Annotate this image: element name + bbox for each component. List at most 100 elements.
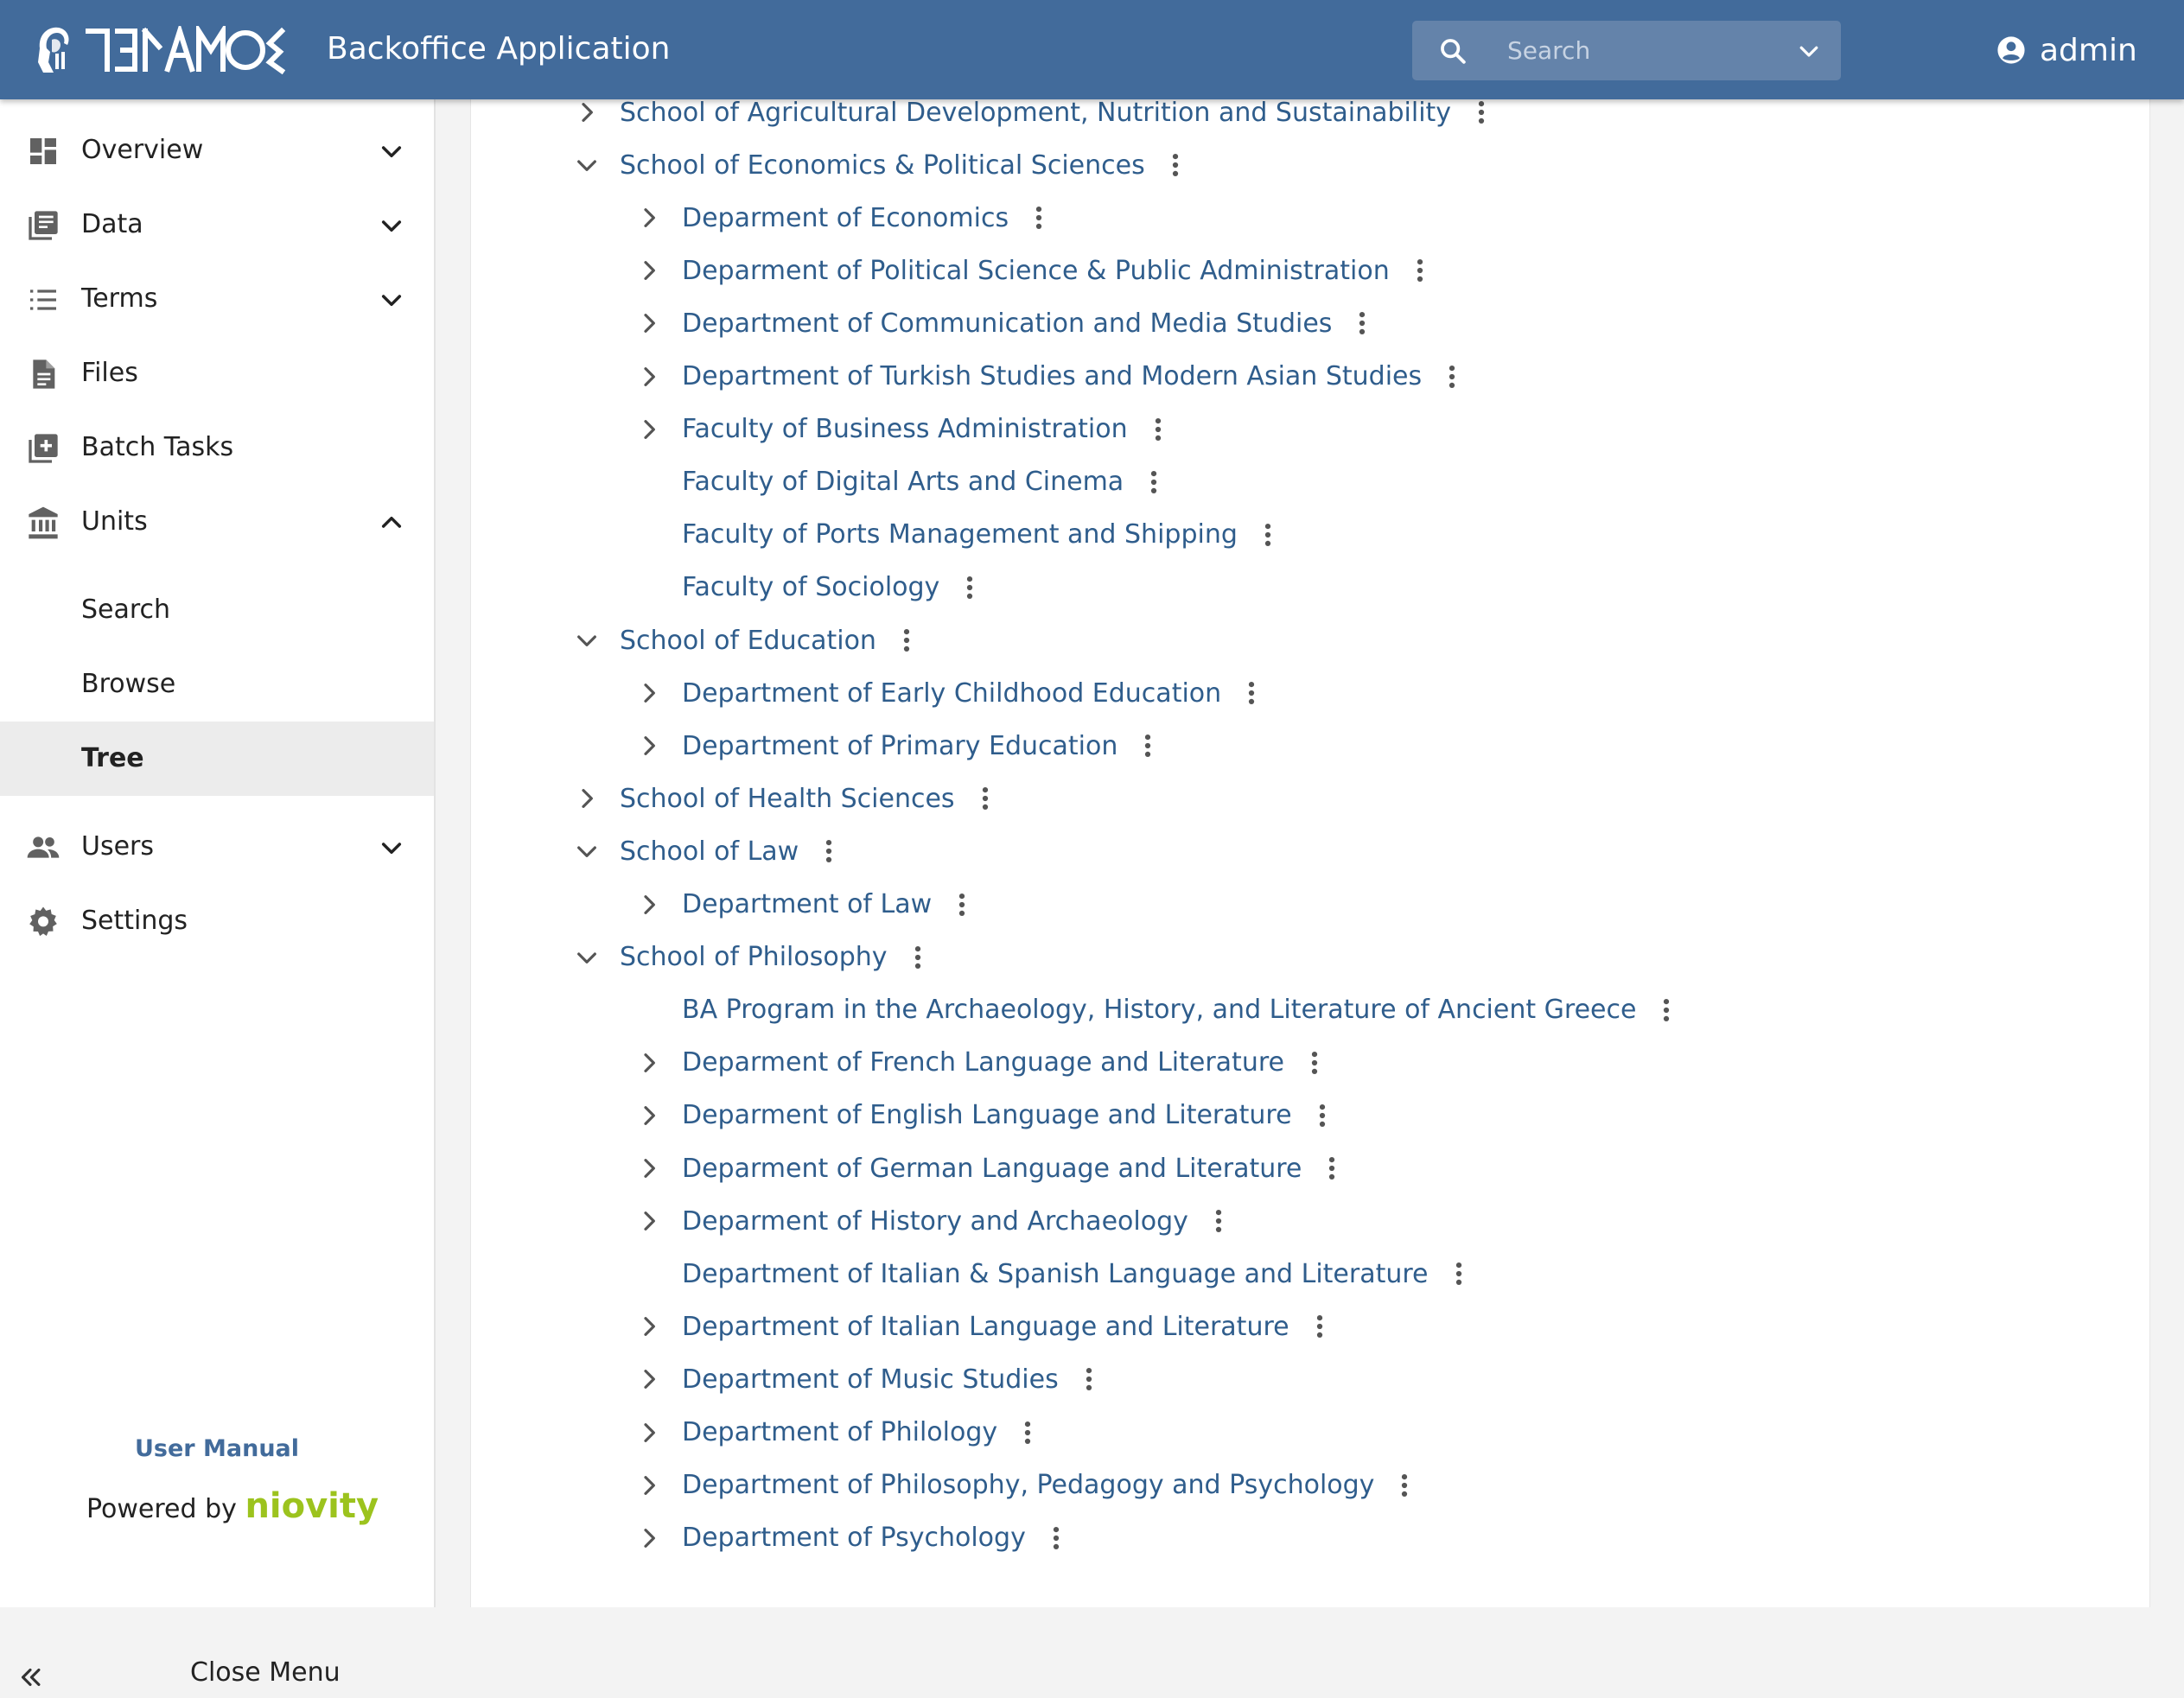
more-vert-icon[interactable] [1414,256,1426,285]
more-vert-icon[interactable] [1213,1206,1225,1236]
more-vert-icon[interactable] [901,626,913,655]
close-menu-button[interactable]: Close Menu [0,1655,434,1698]
sidebar-subitem-search[interactable]: Search [0,573,434,647]
tree-node[interactable]: Deparment of Political Science & Public … [635,246,1426,295]
tree-node[interactable]: School of Law [573,827,835,875]
chevron-right-icon[interactable] [573,99,601,126]
sidebar-item-users[interactable]: Users [0,810,434,884]
tree-node-label[interactable]: BA Program in the Archaeology, History, … [682,995,1636,1025]
chevron-right-icon[interactable] [635,1472,663,1499]
tree-node-label[interactable]: School of Education [620,626,876,656]
tree-node[interactable]: Deparment of History and Archaeology [635,1197,1225,1245]
more-vert-icon[interactable] [1314,1312,1326,1341]
tree-node[interactable]: Department of Music Studies [635,1355,1095,1403]
tree-node-label[interactable]: Department of Primary Education [682,731,1117,761]
tree-node-label[interactable]: Department of Psychology [682,1523,1026,1553]
more-vert-icon[interactable] [1033,203,1045,232]
search-icon[interactable] [1438,36,1468,66]
tree-node-label[interactable]: Deparment of German Language and Literat… [682,1154,1302,1184]
tree-node[interactable]: Department of Early Childhood Education [635,669,1258,717]
chevron-right-icon[interactable] [635,732,663,760]
tree-node[interactable]: School of Philosophy [573,933,924,982]
chevron-down-icon[interactable] [1796,38,1822,64]
chevron-right-icon[interactable] [573,785,601,812]
user-manual-link[interactable]: User Manual [0,1435,434,1462]
chevron-right-icon[interactable] [635,1313,663,1340]
more-vert-icon[interactable] [1152,415,1164,444]
tree-node[interactable]: Deparment of Economics [635,194,1045,242]
tree-node-label[interactable]: Department of Law [682,889,932,919]
tree-node-label[interactable]: Department of Italian & Spanish Language… [682,1259,1429,1289]
chevron-down-icon[interactable] [573,151,601,179]
tree-node-label[interactable]: Faculty of Sociology [682,572,939,602]
tree-node-label[interactable]: Faculty of Ports Management and Shipping [682,519,1238,550]
tree-node[interactable]: Department of Communication and Media St… [635,299,1368,347]
tree-node-label[interactable]: School of Law [620,836,799,867]
chevron-right-icon[interactable] [635,363,663,391]
sidebar-subitem-browse[interactable]: Browse [0,647,434,722]
chevron-right-icon[interactable] [635,257,663,284]
chevron-right-icon[interactable] [635,1154,663,1182]
chevron-right-icon[interactable] [635,1524,663,1552]
tree-node[interactable]: Department of Italian & Spanish Language… [635,1250,1465,1298]
chevron-down-icon[interactable] [378,834,405,862]
user-menu[interactable]: admin [1996,26,2137,74]
chevron-right-icon[interactable] [635,309,663,337]
sidebar-item-settings[interactable]: Settings [0,884,434,958]
tree-node[interactable]: School of Economics & Political Sciences [573,141,1181,189]
niovity-logo[interactable]: niovity [245,1486,379,1526]
chevron-down-icon[interactable] [573,837,601,865]
tree-node-label[interactable]: School of Philosophy [620,942,888,972]
tree-node[interactable]: Department of Philology [635,1409,1034,1457]
chevron-right-icon[interactable] [635,1102,663,1129]
tree-node[interactable]: Department of Psychology [635,1514,1062,1562]
more-vert-icon[interactable] [823,836,835,866]
tree-node-label[interactable]: Deparment of French Language and Literat… [682,1047,1284,1078]
tree-node[interactable]: Department of Philosophy, Pedagogy and P… [635,1461,1410,1510]
tree-node-label[interactable]: School of Health Sciences [620,784,955,814]
more-vert-icon[interactable] [1169,150,1181,180]
chevron-down-icon[interactable] [378,137,405,165]
more-vert-icon[interactable] [964,573,976,602]
tree-node-label[interactable]: School of Agricultural Development, Nutr… [620,98,1451,128]
more-vert-icon[interactable] [1308,1048,1321,1078]
more-vert-icon[interactable] [1142,731,1154,760]
more-vert-icon[interactable] [1262,520,1274,550]
tree-node[interactable]: Faculty of Business Administration [635,405,1164,454]
sidebar-item-overview[interactable]: Overview [0,113,434,188]
chevron-right-icon[interactable] [635,1049,663,1077]
chevron-down-icon[interactable] [573,944,601,971]
more-vert-icon[interactable] [1660,995,1672,1025]
tree-node[interactable]: Department of Italian Language and Liter… [635,1302,1326,1351]
tree-node-label[interactable]: Department of Italian Language and Liter… [682,1312,1289,1342]
more-vert-icon[interactable] [1050,1523,1062,1553]
tree-node[interactable]: Faculty of Digital Arts and Cinema [635,458,1160,506]
tree-node-label[interactable]: School of Economics & Political Sciences [620,150,1145,181]
search-input[interactable] [1507,31,1767,70]
more-vert-icon[interactable] [1398,1471,1410,1500]
tree-node-label[interactable]: Department of Music Studies [682,1364,1059,1395]
more-vert-icon[interactable] [912,943,924,972]
tree-node-label[interactable]: Faculty of Business Administration [682,414,1128,444]
tree-node[interactable]: School of Education [573,616,913,665]
more-vert-icon[interactable] [1022,1418,1034,1447]
tree-node-label[interactable]: Faculty of Digital Arts and Cinema [682,467,1124,497]
tree-node[interactable]: Deparment of German Language and Literat… [635,1144,1338,1192]
chevron-right-icon[interactable] [635,891,663,919]
tree-node-label[interactable]: Deparment of Economics [682,203,1009,233]
more-vert-icon[interactable] [1453,1259,1465,1288]
more-vert-icon[interactable] [1245,678,1258,708]
chevron-right-icon[interactable] [635,204,663,232]
sidebar-item-terms[interactable]: Terms [0,262,434,336]
chevron-down-icon[interactable] [378,286,405,314]
chevron-up-icon[interactable] [378,509,405,537]
more-vert-icon[interactable] [1446,362,1458,391]
tree-node[interactable]: BA Program in the Archaeology, History, … [635,986,1672,1034]
global-search[interactable] [1412,21,1841,80]
chevron-right-icon[interactable] [635,679,663,707]
chevron-right-icon[interactable] [635,1365,663,1393]
tree-node-label[interactable]: Department of Communication and Media St… [682,308,1332,339]
chevron-down-icon[interactable] [573,626,601,654]
tree-node-label[interactable]: Department of Philosophy, Pedagogy and P… [682,1470,1374,1500]
tree-node-label[interactable]: Deparment of History and Archaeology [682,1206,1188,1237]
